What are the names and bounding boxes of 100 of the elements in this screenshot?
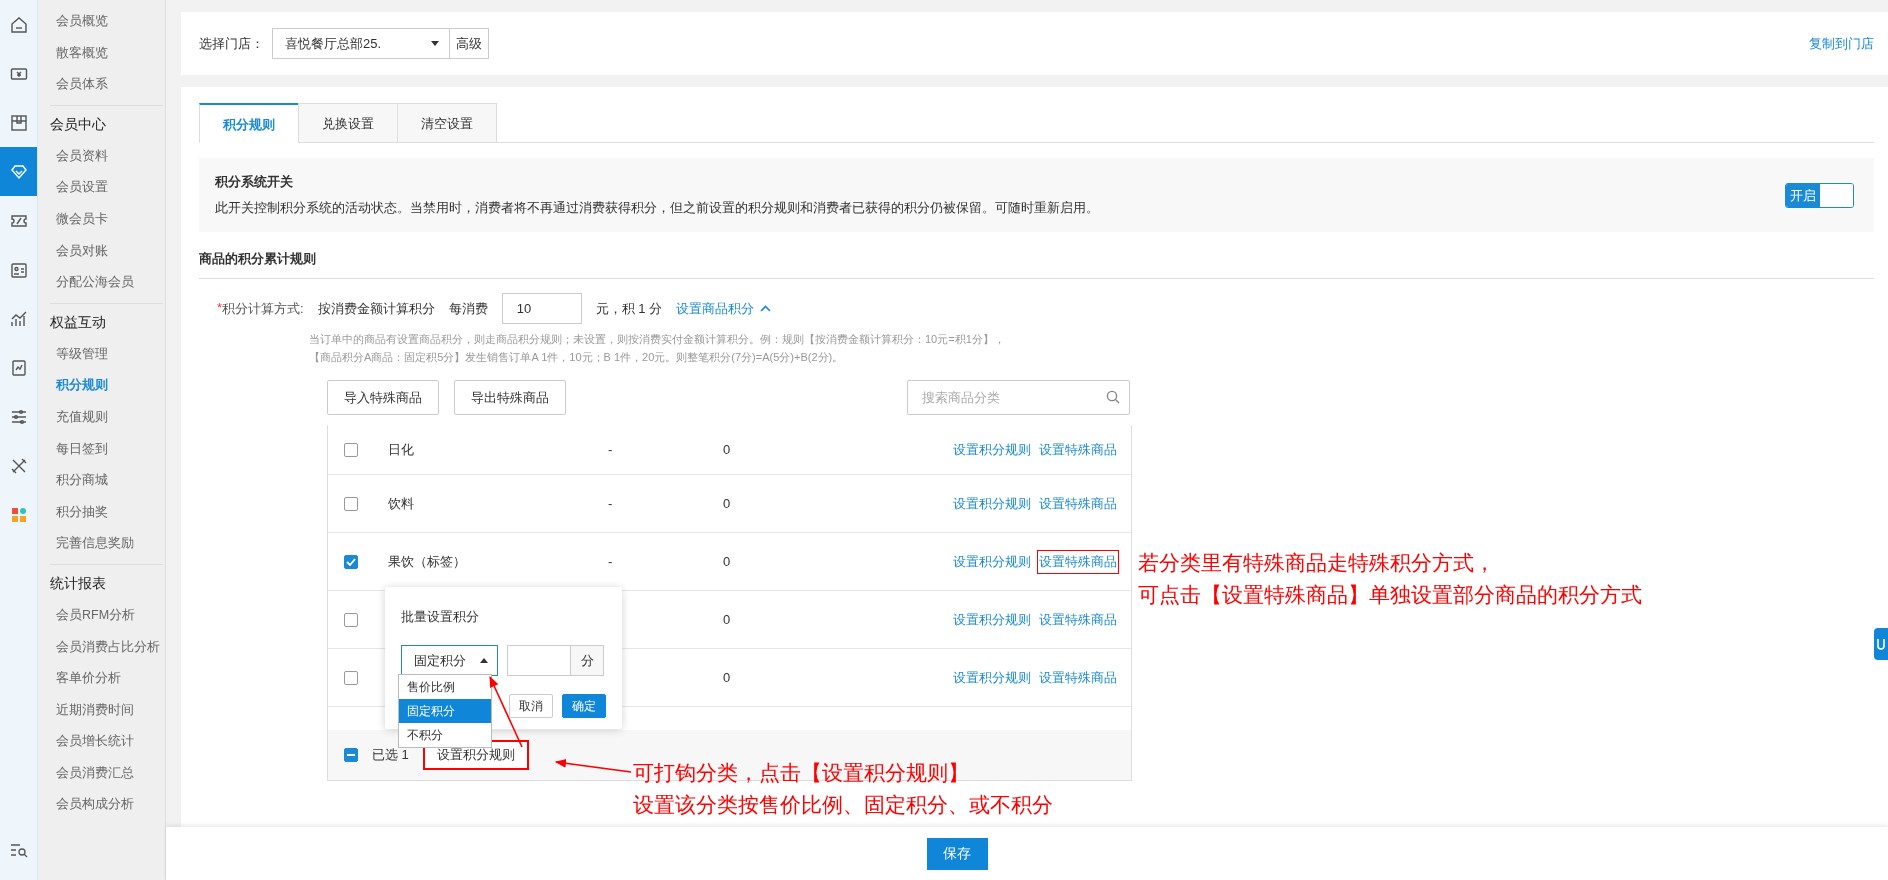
category-name: 日化 — [388, 441, 414, 457]
checkbox[interactable] — [344, 496, 358, 511]
selected-count: 已选 1 — [372, 746, 409, 764]
table-cell: 0 — [723, 496, 731, 511]
confirm-button[interactable]: 确定 — [562, 694, 606, 718]
sidebar-item[interactable]: 会员消费占比分析 — [50, 631, 162, 664]
prefix-text: 每消费 — [448, 299, 488, 318]
table-cell: 0 — [723, 612, 731, 627]
caret-icon — [480, 658, 488, 663]
sidebar-item[interactable]: 客单价分析 — [50, 663, 123, 695]
points-input[interactable]: 分 — [507, 645, 604, 676]
action-link[interactable]: 设置特殊商品 — [1037, 549, 1119, 574]
annotation-text: 设置该分类按售价比例、固定积分、或不积分 — [633, 792, 1053, 819]
action-link[interactable]: 设置积分规则 — [951, 665, 1033, 690]
field-label: 积分计算方式: — [222, 299, 304, 318]
popup-title: 批量设置积分 — [401, 608, 480, 626]
table-cell: - — [608, 554, 613, 569]
tab[interactable]: 清空设置 — [397, 103, 497, 142]
action-link[interactable]: 设置特殊商品 — [1037, 437, 1119, 462]
method-text: 按消费金额计算积分 — [317, 299, 435, 318]
action-link[interactable]: 设置积分规则 — [951, 607, 1033, 632]
annotation-text: 可打钩分类，点击【设置积分规则】 — [633, 760, 969, 787]
save-button[interactable]: 保存 — [926, 837, 988, 870]
search-field[interactable]: 搜索商品分类 — [907, 380, 1130, 415]
category-name: 饮料 — [388, 495, 414, 511]
table-cell: - — [608, 496, 613, 511]
copy-to-store-link[interactable]: 复制到门店 — [1809, 34, 1874, 53]
report-icon — [9, 358, 28, 377]
sidebar-item[interactable]: 充值规则 — [50, 401, 110, 434]
check-icon — [346, 557, 356, 566]
cancel-button[interactable]: 取消 — [509, 694, 553, 718]
minus-icon — [347, 754, 355, 756]
required-mark: * — [217, 299, 223, 317]
sidebar-item[interactable]: 近期消费时间 — [50, 694, 136, 727]
action-link[interactable]: 设置特殊商品 — [1037, 491, 1119, 516]
action-link[interactable]: 设置积分规则 — [951, 437, 1033, 462]
sidebar-item[interactable]: 会员资料 — [50, 140, 110, 173]
sidebar-item[interactable]: 积分商城 — [50, 465, 110, 497]
product-points-link[interactable]: 设置商品积分 — [676, 299, 772, 318]
box-icon — [9, 113, 28, 132]
sliders-icon — [9, 407, 28, 426]
select-all-checkbox[interactable] — [344, 748, 358, 762]
list-search-icon[interactable] — [9, 842, 28, 858]
sidebar-item[interactable]: 会员消费汇总 — [50, 757, 136, 790]
sidebar-item[interactable]: 分配公海会员 — [50, 267, 136, 299]
caret-icon — [431, 41, 439, 46]
table-cell: 0 — [723, 670, 731, 685]
hint-text: 当订单中的商品有设置商品积分，则走商品积分规则；未设置，则按消费实付金额计算积分。例：规则【按消费金额计算积分：10元=积1分】， — [309, 332, 1006, 347]
advanced-button[interactable]: 高级 — [450, 28, 489, 59]
sidebar-item[interactable]: 等级管理 — [50, 338, 110, 371]
sidebar-item[interactable]: 每日签到 — [50, 433, 110, 466]
sidebar-item[interactable]: 会员构成分析 — [50, 789, 136, 822]
sidebar-item[interactable]: 微会员卡 — [50, 203, 110, 236]
checkbox[interactable] — [344, 554, 358, 569]
checkbox[interactable] — [344, 670, 358, 685]
sidebar-item[interactable]: 完善信息奖励 — [50, 528, 136, 560]
nav-tab[interactable] — [0, 147, 37, 196]
amount-input[interactable]: 10 — [501, 293, 582, 324]
sidebar-heading: 会员中心 — [50, 114, 107, 134]
action-link[interactable]: 设置积分规则 — [951, 549, 1033, 574]
side-tab-icon[interactable] — [1874, 628, 1888, 660]
table-cell: 0 — [723, 554, 731, 569]
chart-icon — [9, 309, 28, 328]
export-button[interactable]: 导出特殊商品 — [454, 380, 566, 415]
hint-text: 【商品积分A商品：固定积5分】发生销售订单A 1件，10元；B 1件，20元。则整笔积分(7分)=A(5分)+B(2分)。 — [309, 350, 845, 365]
toggle-switch[interactable]: 开启 — [1785, 182, 1854, 208]
store-label: 选择门店： — [199, 34, 264, 53]
diamond-icon — [9, 162, 28, 181]
action-link[interactable]: 设置特殊商品 — [1037, 607, 1119, 632]
store-select[interactable]: 喜悦餐厅总部25. — [272, 28, 450, 59]
sidebar-item[interactable]: 散客概览 — [50, 37, 110, 70]
sidebar-item[interactable]: 会员对账 — [50, 235, 110, 268]
switch-title: 积分系统开关 — [215, 173, 294, 191]
action-link[interactable]: 设置积分规则 — [951, 491, 1033, 516]
sidebar-heading: 权益互动 — [50, 312, 107, 332]
tools-icon — [9, 456, 28, 475]
category-name: 果饮（标签） — [388, 553, 466, 569]
sidebar-item[interactable]: 会员设置 — [50, 172, 110, 204]
sidebar-item[interactable]: 会员概览 — [50, 6, 110, 38]
dropdown-option[interactable]: 固定积分 — [399, 699, 491, 723]
tab[interactable]: 兑换设置 — [298, 103, 398, 142]
tab[interactable]: 积分规则 — [199, 103, 299, 143]
import-button[interactable]: 导入特殊商品 — [327, 380, 439, 415]
unit-label: 分 — [570, 646, 603, 675]
search-icon — [1106, 390, 1120, 404]
checkbox[interactable] — [344, 442, 358, 457]
action-link[interactable]: 设置特殊商品 — [1037, 665, 1119, 690]
sidebar-item[interactable]: 积分规则 — [50, 370, 110, 402]
apps-icon — [9, 505, 28, 524]
sidebar-item[interactable]: 会员体系 — [50, 69, 110, 101]
suffix-text: 元，积 1 分 — [595, 299, 663, 318]
sidebar-heading: 统计报表 — [50, 573, 107, 593]
annotation-text: 若分类里有特殊商品走特殊积分方式， — [1138, 550, 1495, 577]
sidebar-item[interactable]: 会员增长统计 — [50, 726, 136, 758]
card-icon — [9, 260, 28, 279]
switch-description: 此开关控制积分系统的活动状态。当禁用时，消费者将不再通过消费获得积分，但之前设置的积分规则和消费者已获得的积分仍被保留。可随时重新启用。 — [215, 199, 1100, 217]
checkbox[interactable] — [344, 612, 358, 627]
sidebar-item[interactable]: 会员RFM分析 — [50, 599, 138, 632]
sidebar-item[interactable]: 积分抽奖 — [50, 496, 110, 529]
dropdown-option[interactable]: 售价比例 — [399, 675, 491, 699]
